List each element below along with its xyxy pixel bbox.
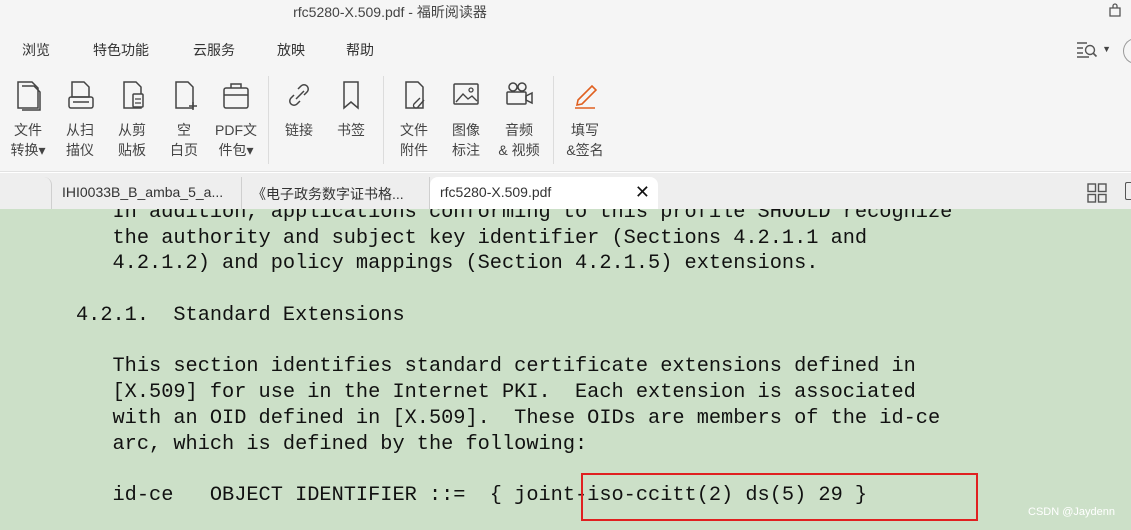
watermark: CSDN @Jaydenn xyxy=(1028,506,1115,518)
attachment-icon xyxy=(405,81,425,109)
tab-label: IHI0033B_B_amba_5_a... xyxy=(62,184,224,200)
from-scanner-label-1: 从扫 xyxy=(66,122,94,138)
search-menu-button[interactable]: ▼ xyxy=(1076,40,1111,58)
blank-page-icon xyxy=(175,81,197,110)
document-tab-bar: IHI0033B_B_amba_5_a... 《电子政务数字证书格... rfc… xyxy=(0,173,1131,209)
tab-cert-format[interactable]: 《电子政务数字证书格... xyxy=(242,177,430,209)
file-attachment-button[interactable]: 文件 附件 xyxy=(392,78,436,166)
doc-line: This section identifies standard certifi… xyxy=(76,355,916,378)
blank-page-button[interactable]: 空白页 xyxy=(162,78,206,166)
image-annotation-label-2: 标注 xyxy=(452,142,480,158)
pdf-portfolio-label-2: 件包▾ xyxy=(218,142,254,158)
bookmark-label: 书签 xyxy=(337,122,365,138)
ribbon-separator xyxy=(383,76,384,164)
link-button[interactable]: 链接 xyxy=(277,78,321,166)
tab-rfc5280[interactable]: rfc5280-X.509.pdf ✕ xyxy=(430,177,658,209)
fill-sign-label-2: &签名 xyxy=(566,142,604,158)
close-tab-icon[interactable]: ✕ xyxy=(635,182,650,203)
pdf-portfolio-label-1: PDF文 xyxy=(215,122,257,138)
chevron-down-icon: ▼ xyxy=(1102,44,1111,54)
tab-amba[interactable]: IHI0033B_B_amba_5_a... xyxy=(52,177,242,209)
image-icon xyxy=(453,83,479,105)
audio-video-label-2: & 视频 xyxy=(498,142,540,158)
grid-view-icon[interactable] xyxy=(1087,183,1107,203)
section-heading: 4.2.1. Standard Extensions xyxy=(76,304,405,327)
tab-label: 《电子政务数字证书格... xyxy=(252,186,404,202)
link-label: 链接 xyxy=(285,122,313,138)
from-scanner-button[interactable]: 从扫 描仪 xyxy=(58,78,102,166)
ribbon-toolbar: 文件 转换▾ 从扫 描仪 从剪 贴板 空白页 PDF文 件包▾ 链接 书签 文件… xyxy=(0,72,1131,172)
bookmark-button[interactable]: 书签 xyxy=(329,78,373,166)
search-list-icon xyxy=(1077,42,1098,58)
from-scanner-label-2: 描仪 xyxy=(66,142,94,158)
link-icon xyxy=(289,84,309,106)
bookmark-icon xyxy=(343,81,359,110)
audio-video-button[interactable]: 音频 & 视频 xyxy=(497,78,541,166)
from-clipboard-label-1: 从剪 xyxy=(118,122,146,138)
menu-features[interactable]: 特色功能 xyxy=(93,40,149,60)
file-convert-label-1: 文件 xyxy=(14,122,42,138)
scanner-icon xyxy=(68,81,94,109)
menu-help[interactable]: 帮助 xyxy=(346,40,374,60)
collapse-handle[interactable] xyxy=(1123,38,1131,64)
pen-icon xyxy=(575,84,598,109)
fill-sign-label-1: 填写 xyxy=(571,122,599,138)
highlight-box xyxy=(581,473,978,521)
window-icon[interactable] xyxy=(1125,182,1131,200)
tab-label: rfc5280-X.509.pdf xyxy=(440,184,552,200)
from-clipboard-label-2: 贴板 xyxy=(118,142,146,158)
menu-bar: 浏览 特色功能 云服务 放映 帮助 ▼ xyxy=(0,26,1131,72)
audio-video-label-1: 音频 xyxy=(505,122,533,138)
doc-line: arc, which is defined by the following: xyxy=(76,433,588,456)
blank-page-label-1: 空 xyxy=(177,122,191,138)
doc-line: the authority and subject key identifier… xyxy=(76,227,868,250)
from-clipboard-button[interactable]: 从剪 贴板 xyxy=(110,78,154,166)
window-title: rfc5280-X.509.pdf - 福昕阅读器 xyxy=(293,4,487,20)
title-bar: rfc5280-X.509.pdf - 福昕阅读器 xyxy=(0,0,1131,26)
ribbon-separator xyxy=(553,76,554,164)
portfolio-icon xyxy=(223,83,249,109)
doc-line: In addition, applications conforming to … xyxy=(76,209,953,224)
document-view: In addition, applications conforming to … xyxy=(0,209,1131,530)
file-convert-button[interactable]: 文件转换▾ xyxy=(6,78,50,166)
shopping-bag-icon[interactable] xyxy=(1107,2,1123,18)
file-attachment-label-1: 文件 xyxy=(400,122,428,138)
menu-slideshow[interactable]: 放映 xyxy=(277,40,305,60)
ribbon-separator xyxy=(268,76,269,164)
doc-line: with an OID defined in [X.509]. These OI… xyxy=(76,407,941,430)
menu-cloud[interactable]: 云服务 xyxy=(193,40,235,60)
doc-line: 4.2.1.2) and policy mappings (Section 4.… xyxy=(76,252,819,275)
image-annotation-label-1: 图像 xyxy=(452,122,480,138)
image-annotation-button[interactable]: 图像 标注 xyxy=(444,78,488,166)
tab-start[interactable] xyxy=(0,177,52,209)
blank-page-label-2: 白页 xyxy=(170,142,198,158)
doc-line: [X.509] for use in the Internet PKI. Eac… xyxy=(76,381,916,404)
file-convert-label-2: 转换▾ xyxy=(10,142,46,158)
file-attachment-label-2: 附件 xyxy=(400,142,428,158)
pdf-portfolio-button[interactable]: PDF文件包▾ xyxy=(214,78,258,166)
file-convert-icon xyxy=(17,81,41,111)
menu-browse[interactable]: 浏览 xyxy=(22,40,50,60)
clipboard-icon xyxy=(123,81,144,109)
video-camera-icon xyxy=(506,82,533,105)
fill-sign-button[interactable]: 填写 &签名 xyxy=(563,78,607,166)
